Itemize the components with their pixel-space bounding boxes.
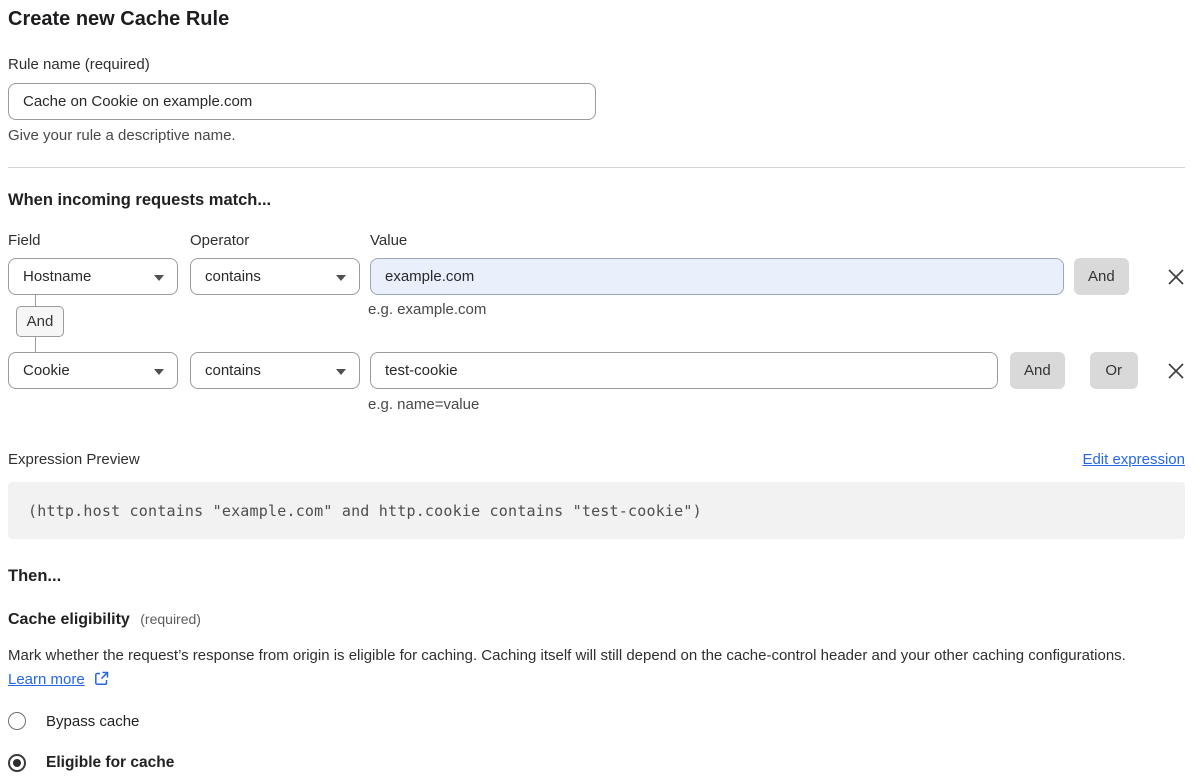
operator-select[interactable]: contains — [190, 352, 360, 389]
cache-eligibility-title: Cache eligibility — [8, 611, 130, 628]
create-cache-rule-form: Create new Cache Rule Rule name (require… — [0, 0, 1200, 772]
value-hint: e.g. example.com — [368, 301, 486, 318]
close-icon — [1167, 268, 1185, 286]
learn-more-link[interactable]: Learn more — [8, 671, 85, 688]
radio-option[interactable]: Eligible for cache — [8, 754, 1185, 772]
required-note: (required) — [140, 611, 201, 627]
rule-name-help: Give your rule a descriptive name. — [8, 126, 1185, 146]
page-title: Create new Cache Rule — [8, 6, 1185, 32]
radio-icon[interactable] — [8, 712, 26, 730]
value-input[interactable] — [370, 258, 1064, 295]
section-divider — [8, 167, 1185, 168]
expression-preview-label: Expression Preview — [8, 451, 140, 468]
condition-column-labels: Field Operator Value — [8, 232, 1185, 249]
or-button[interactable]: Or — [1090, 352, 1138, 389]
connector-and-button[interactable]: And — [16, 306, 64, 337]
then-heading: Then... — [8, 565, 1185, 587]
operator-column-label: Operator — [190, 232, 370, 249]
radio-label: Eligible for cache — [46, 754, 174, 772]
condition-row: Hostname contains And — [8, 258, 1185, 295]
expression-preview-header: Expression Preview Edit expression — [8, 451, 1185, 468]
rule-name-input[interactable] — [8, 83, 596, 120]
value-input[interactable] — [370, 352, 998, 389]
condition-connector-area: And e.g. example.com — [8, 295, 1185, 352]
operator-select-value: contains — [205, 268, 261, 285]
value-hint: e.g. name=value — [368, 396, 1185, 413]
field-select-value: Cookie — [23, 362, 70, 379]
condition-row: Cookie contains And Or — [8, 352, 1185, 389]
radio-label: Bypass cache — [46, 713, 139, 730]
remove-condition-button[interactable] — [1167, 362, 1185, 380]
chevron-down-icon — [336, 275, 346, 281]
radio-icon[interactable] — [8, 754, 26, 772]
field-select[interactable]: Cookie — [8, 352, 178, 389]
and-button[interactable]: And — [1010, 352, 1065, 389]
operator-select-value: contains — [205, 362, 261, 379]
rule-name-label: Rule name (required) — [8, 55, 1185, 75]
and-button[interactable]: And — [1074, 258, 1129, 295]
expression-code: (http.host contains "example.com" and ht… — [8, 482, 1185, 539]
operator-select[interactable]: contains — [190, 258, 360, 295]
edit-expression-link[interactable]: Edit expression — [1082, 451, 1185, 468]
radio-option[interactable]: Bypass cache — [8, 712, 1185, 730]
cache-eligibility-heading: Cache eligibility (required) — [8, 609, 1185, 630]
cache-eligibility-description: Mark whether the request’s response from… — [8, 644, 1158, 694]
description-text: Mark whether the request’s response from… — [8, 647, 1126, 664]
chevron-down-icon — [336, 369, 346, 375]
field-column-label: Field — [8, 232, 190, 249]
field-select[interactable]: Hostname — [8, 258, 178, 295]
match-heading: When incoming requests match... — [8, 189, 1185, 211]
close-icon — [1167, 362, 1185, 380]
external-link-icon — [94, 670, 109, 694]
field-select-value: Hostname — [23, 268, 91, 285]
chevron-down-icon — [154, 275, 164, 281]
remove-condition-button[interactable] — [1167, 268, 1185, 286]
chevron-down-icon — [154, 369, 164, 375]
value-column-label: Value — [370, 232, 407, 249]
